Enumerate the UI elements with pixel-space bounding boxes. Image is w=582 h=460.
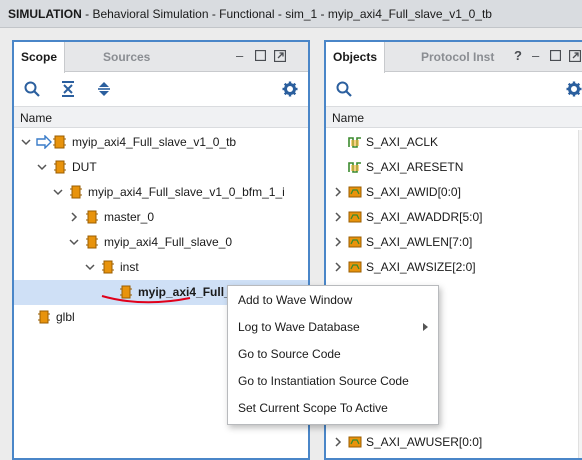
chevron-right-icon[interactable] xyxy=(332,261,344,273)
bus-signal-icon xyxy=(348,235,362,249)
tree-row[interactable]: DUT xyxy=(14,155,308,180)
objects-toolbar xyxy=(326,73,582,105)
signal-label: S_AXI_AWADDR[5:0] xyxy=(366,210,483,224)
menu-item-add-to-wave-window[interactable]: Add to Wave Window xyxy=(228,287,438,314)
window-title-mode: SIMULATION xyxy=(8,7,82,21)
menu-item-label: Log to Wave Database xyxy=(238,320,360,334)
tree-row[interactable]: myip_axi4_Full_slave_0 xyxy=(14,230,308,255)
signal-row[interactable]: S_AXI_ARESETN xyxy=(326,155,582,180)
objects-tabbar: Objects Protocol Inst ? – xyxy=(326,42,582,73)
search-icon[interactable] xyxy=(336,81,352,97)
menu-item-set-current-scope-to-active[interactable]: Set Current Scope To Active xyxy=(228,395,438,422)
tree-item-label: master_0 xyxy=(104,210,155,224)
chevron-right-icon[interactable] xyxy=(68,211,80,223)
arrow-module-icon xyxy=(36,134,66,150)
wire-signal-icon xyxy=(348,135,362,149)
chevron-down-icon[interactable] xyxy=(36,161,48,173)
objects-column-header[interactable]: Name xyxy=(326,106,582,128)
tree-row[interactable]: master_0 xyxy=(14,205,308,230)
objects-scrollbar[interactable] xyxy=(578,130,582,458)
tree-item-label: inst xyxy=(120,260,139,274)
restore-icon[interactable] xyxy=(549,49,562,64)
chevron-right-icon[interactable] xyxy=(332,236,344,248)
signal-row[interactable]: S_AXI_AWUSER[0:0] xyxy=(326,430,582,455)
tree-item-label: myip_axi4_Full_slave_v1_0_tb xyxy=(72,135,237,149)
module-icon xyxy=(38,310,50,324)
chevron-down-icon[interactable] xyxy=(20,136,32,148)
module-icon xyxy=(86,210,98,224)
signal-row[interactable]: S_AXI_ACLK xyxy=(326,130,582,155)
module-icon xyxy=(102,260,114,274)
signal-label: S_AXI_ACLK xyxy=(366,135,439,149)
tree-item-label: myip_axi4_Full_slave_0 xyxy=(104,235,233,249)
tree-row[interactable]: myip_axi4_Full_slave_v1_0_bfm_1_i xyxy=(14,180,308,205)
menu-item-log-to-wave-database[interactable]: Log to Wave Database xyxy=(228,314,438,341)
menu-item-go-to-source-code[interactable]: Go to Source Code xyxy=(228,341,438,368)
chevron-right-icon[interactable] xyxy=(332,436,344,448)
search-icon[interactable] xyxy=(24,81,40,97)
signal-row[interactable]: S_AXI_AWADDR[5:0] xyxy=(326,205,582,230)
module-icon xyxy=(70,185,82,199)
signal-row[interactable]: S_AXI_AWLEN[7:0] xyxy=(326,230,582,255)
bus-signal-icon xyxy=(348,185,362,199)
tree-row[interactable]: inst xyxy=(14,255,308,280)
tree-item-label: myip_axi4_Full_slave_v1_0_bfm_1_i xyxy=(88,185,285,199)
submenu-arrow-icon xyxy=(423,323,428,331)
collapse-all-icon[interactable] xyxy=(60,81,76,97)
chevron-right-icon[interactable] xyxy=(332,211,344,223)
tab-sources[interactable]: Sources xyxy=(96,42,157,72)
tree-item-label: DUT xyxy=(72,160,97,174)
window-title-bar: SIMULATION - Behavioral Simulation - Fun… xyxy=(0,0,582,28)
bus-signal-icon xyxy=(348,210,362,224)
gear-icon[interactable] xyxy=(282,81,298,97)
minimize-icon[interactable]: – xyxy=(236,49,243,63)
scope-toolbar xyxy=(14,73,308,105)
bus-signal-icon xyxy=(348,260,362,274)
restore-icon[interactable] xyxy=(254,49,267,64)
signal-label: S_AXI_AWLEN[7:0] xyxy=(366,235,473,249)
menu-item-go-to-instantiation-source-code[interactable]: Go to Instantiation Source Code xyxy=(228,368,438,395)
scope-column-header[interactable]: Name xyxy=(14,106,308,128)
signal-label: S_AXI_AWSIZE[2:0] xyxy=(366,260,476,274)
signal-label: S_AXI_AWUSER[0:0] xyxy=(366,435,483,449)
module-icon xyxy=(54,160,66,174)
chevron-down-icon[interactable] xyxy=(52,186,64,198)
signal-label: S_AXI_ARESETN xyxy=(366,160,464,174)
float-window-icon[interactable] xyxy=(568,49,582,65)
float-window-icon[interactable] xyxy=(273,49,287,65)
tab-objects[interactable]: Objects xyxy=(326,42,386,73)
tab-scope[interactable]: Scope xyxy=(14,42,66,73)
expand-all-icon[interactable] xyxy=(96,81,112,97)
signal-label: S_AXI_AWID[0:0] xyxy=(366,185,461,199)
window-title-text: - Behavioral Simulation - Functional - s… xyxy=(81,7,492,21)
scope-tabbar: Scope Sources – xyxy=(14,42,308,73)
chevron-down-icon[interactable] xyxy=(84,261,96,273)
minimize-icon[interactable]: – xyxy=(532,49,539,63)
tree-row[interactable]: myip_axi4_Full_slave_v1_0_tb xyxy=(14,130,308,155)
chevron-down-icon[interactable] xyxy=(68,236,80,248)
help-icon[interactable]: ? xyxy=(514,49,522,63)
bus-signal-icon xyxy=(348,435,362,449)
signal-row[interactable]: S_AXI_AWID[0:0] xyxy=(326,180,582,205)
gear-icon[interactable] xyxy=(566,81,582,97)
context-menu: Add to Wave Window Log to Wave Database … xyxy=(227,285,439,425)
signal-row[interactable]: S_AXI_AWSIZE[2:0] xyxy=(326,255,582,280)
tab-protocol-inst[interactable]: Protocol Inst xyxy=(414,42,501,72)
tree-item-label: glbl xyxy=(56,310,75,324)
wire-signal-icon xyxy=(348,160,362,174)
chevron-right-icon[interactable] xyxy=(332,186,344,198)
module-icon xyxy=(86,235,98,249)
annotation-underline-scope xyxy=(101,295,191,304)
